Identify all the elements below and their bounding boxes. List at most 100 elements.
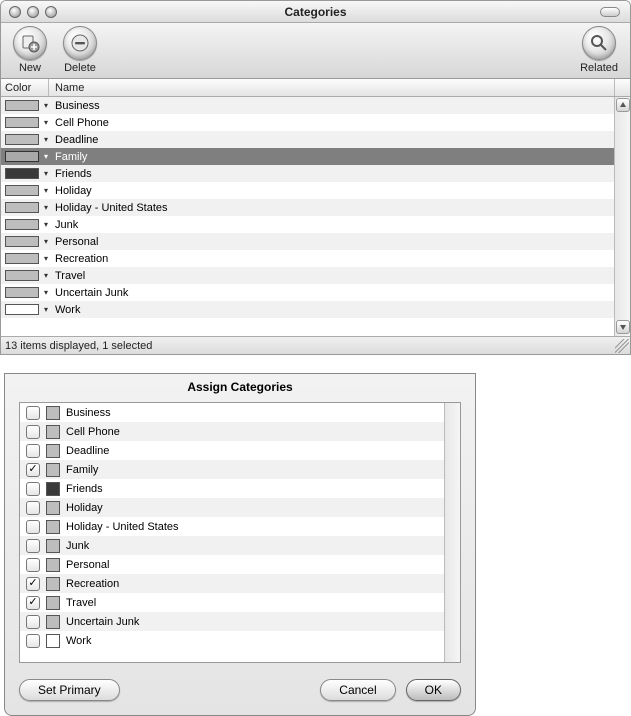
disclosure-arrow-icon[interactable]: ▾ (41, 152, 51, 161)
column-header-name[interactable]: Name (49, 79, 614, 96)
assign-checkbox[interactable] (26, 501, 40, 515)
assign-checkbox[interactable] (26, 634, 40, 648)
assign-row[interactable]: Recreation (20, 574, 460, 593)
assign-row[interactable]: Cell Phone (20, 422, 460, 441)
new-icon (13, 26, 47, 60)
delete-button-label: Delete (64, 62, 96, 74)
assign-row[interactable]: Family (20, 460, 460, 479)
category-row[interactable]: ▾Holiday - United States (1, 199, 630, 216)
assign-checkbox[interactable] (26, 463, 40, 477)
color-swatch[interactable] (5, 287, 39, 298)
color-swatch[interactable] (5, 100, 39, 111)
assign-category-list[interactable]: BusinessCell PhoneDeadlineFamilyFriendsH… (20, 403, 460, 662)
disclosure-arrow-icon[interactable]: ▾ (41, 203, 51, 212)
disclosure-arrow-icon[interactable]: ▾ (41, 254, 51, 263)
category-name: Deadline (51, 134, 98, 146)
status-text: 13 items displayed, 1 selected (5, 340, 152, 352)
assign-row[interactable]: Personal (20, 555, 460, 574)
assign-checkbox[interactable] (26, 615, 40, 629)
toolbar-toggle-pill[interactable] (600, 7, 620, 17)
color-swatch (46, 444, 60, 458)
disclosure-arrow-icon[interactable]: ▾ (41, 169, 51, 178)
assign-categories-dialog: Assign Categories BusinessCell Phone Dead… (4, 373, 476, 716)
color-swatch[interactable] (5, 151, 39, 162)
category-row[interactable]: ▾Deadline (1, 131, 630, 148)
assign-checkbox[interactable] (26, 558, 40, 572)
color-swatch[interactable] (5, 236, 39, 247)
assign-checkbox[interactable] (26, 539, 40, 553)
category-row[interactable]: ▾Work (1, 301, 630, 318)
color-swatch[interactable] (5, 270, 39, 281)
assign-row[interactable]: Junk (20, 536, 460, 555)
resize-handle-icon[interactable] (615, 339, 629, 353)
assign-row[interactable]: Friends (20, 479, 460, 498)
column-headers: Color Name (1, 79, 630, 97)
category-row[interactable]: ▾Business (1, 97, 630, 114)
assign-row[interactable]: Deadline (20, 441, 460, 460)
delete-icon (63, 26, 97, 60)
set-primary-button[interactable]: Set Primary (19, 679, 120, 701)
disclosure-arrow-icon[interactable]: ▾ (41, 186, 51, 195)
category-list[interactable]: ▾Business▾Cell Phone▾Deadline▾Family▾Fri… (1, 97, 630, 336)
category-row[interactable]: ▾Cell Phone (1, 114, 630, 131)
assign-checkbox[interactable] (26, 425, 40, 439)
color-swatch[interactable] (5, 185, 39, 196)
dialog-title: Assign Categories (5, 374, 475, 398)
color-swatch[interactable] (5, 304, 39, 315)
category-name: Cell Phone (51, 117, 109, 129)
assign-checkbox[interactable] (26, 520, 40, 534)
category-row[interactable]: ▾Holiday (1, 182, 630, 199)
disclosure-arrow-icon[interactable]: ▾ (41, 220, 51, 229)
disclosure-arrow-icon[interactable]: ▾ (41, 271, 51, 280)
assign-row[interactable]: Holiday (20, 498, 460, 517)
assign-row[interactable]: Travel (20, 593, 460, 612)
category-list-container: ▾Business▾Cell Phone▾Deadline▾Family▾Fri… (1, 97, 630, 336)
color-swatch[interactable] (5, 134, 39, 145)
category-name: Business (51, 100, 100, 112)
disclosure-arrow-icon[interactable]: ▾ (41, 237, 51, 246)
assign-category-name: Deadline (66, 445, 109, 457)
color-swatch (46, 463, 60, 477)
category-row[interactable]: ▾Travel (1, 267, 630, 284)
cancel-button[interactable]: Cancel (320, 679, 395, 701)
assign-row[interactable]: Work (20, 631, 460, 650)
disclosure-arrow-icon[interactable]: ▾ (41, 305, 51, 314)
category-row[interactable]: ▾Recreation (1, 250, 630, 267)
delete-button[interactable]: Delete (57, 24, 103, 76)
column-header-color[interactable]: Color (1, 79, 49, 96)
disclosure-arrow-icon[interactable]: ▾ (41, 135, 51, 144)
scroll-up-icon[interactable] (616, 98, 630, 112)
assign-checkbox[interactable] (26, 596, 40, 610)
assign-row[interactable]: Holiday - United States (20, 517, 460, 536)
assign-category-name: Recreation (66, 578, 119, 590)
disclosure-arrow-icon[interactable]: ▾ (41, 118, 51, 127)
assign-checkbox[interactable] (26, 406, 40, 420)
window-title: Categories (1, 5, 630, 19)
category-name: Holiday (51, 185, 92, 197)
category-row[interactable]: ▾Family (1, 148, 630, 165)
vertical-scrollbar[interactable] (614, 97, 630, 336)
dialog-vertical-scrollbar[interactable] (444, 403, 460, 662)
assign-checkbox[interactable] (26, 444, 40, 458)
category-row[interactable]: ▾Friends (1, 165, 630, 182)
assign-row[interactable]: Uncertain Junk (20, 612, 460, 631)
color-swatch[interactable] (5, 202, 39, 213)
new-button[interactable]: New (7, 24, 53, 76)
color-swatch[interactable] (5, 168, 39, 179)
color-swatch[interactable] (5, 117, 39, 128)
color-swatch[interactable] (5, 219, 39, 230)
color-swatch (46, 501, 60, 515)
color-swatch[interactable] (5, 253, 39, 264)
assign-row[interactable]: Business (20, 403, 460, 422)
assign-category-name: Holiday - United States (66, 521, 179, 533)
category-row[interactable]: ▾Junk (1, 216, 630, 233)
disclosure-arrow-icon[interactable]: ▾ (41, 288, 51, 297)
category-row[interactable]: ▾Personal (1, 233, 630, 250)
ok-button[interactable]: OK (406, 679, 461, 701)
scroll-down-icon[interactable] (616, 320, 630, 334)
assign-checkbox[interactable] (26, 577, 40, 591)
disclosure-arrow-icon[interactable]: ▾ (41, 101, 51, 110)
assign-checkbox[interactable] (26, 482, 40, 496)
category-row[interactable]: ▾Uncertain Junk (1, 284, 630, 301)
related-button[interactable]: Related (574, 24, 624, 76)
